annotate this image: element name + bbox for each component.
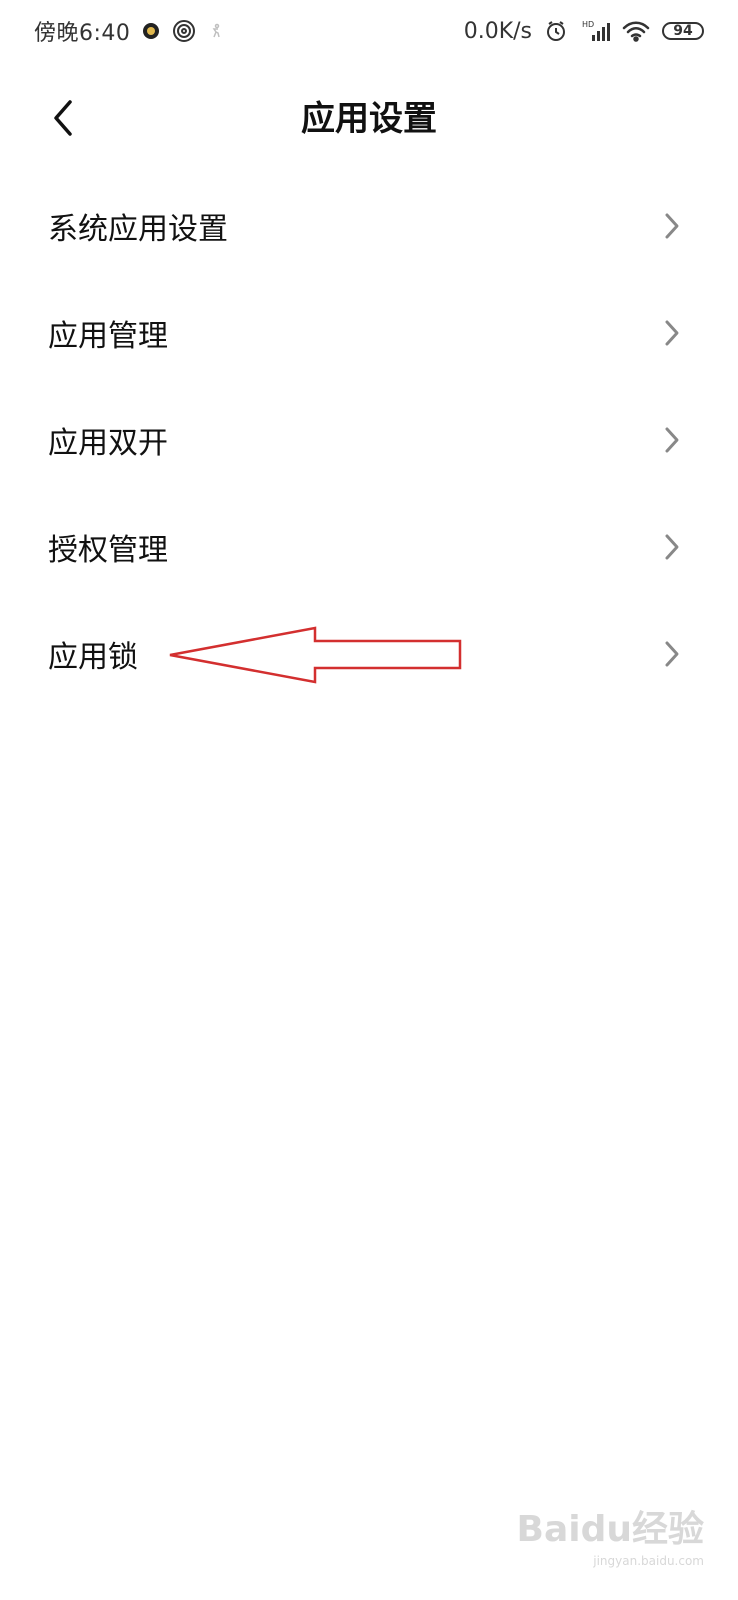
menu-item-label: 系统应用设置 bbox=[48, 211, 228, 247]
menu-item-label: 应用管理 bbox=[48, 318, 168, 354]
watermark: Baidu经验 jingyan.baidu.com bbox=[516, 1509, 704, 1569]
menu-item-dual-apps[interactable]: 应用双开 bbox=[0, 386, 738, 493]
menu-item-app-management[interactable]: 应用管理 bbox=[0, 279, 738, 386]
chevron-right-icon bbox=[662, 533, 682, 561]
chevron-right-icon bbox=[662, 212, 682, 240]
runner-icon bbox=[208, 23, 224, 39]
menu-item-system-app-settings[interactable]: 系统应用设置 bbox=[0, 172, 738, 279]
header-bar: 应用设置 bbox=[0, 86, 738, 152]
chevron-right-icon bbox=[662, 319, 682, 347]
watermark-url: jingyan.baidu.com bbox=[593, 1554, 704, 1568]
menu-item-label: 应用锁 bbox=[48, 639, 138, 675]
menu-item-permissions[interactable]: 授权管理 bbox=[0, 493, 738, 600]
menu-item-app-lock[interactable]: 应用锁 bbox=[0, 600, 738, 707]
watermark-logo: Baidu经验 bbox=[516, 1509, 704, 1550]
settings-list: 系统应用设置 应用管理 应用双开 授权管理 应用锁 bbox=[0, 172, 738, 707]
menu-item-label: 应用双开 bbox=[48, 425, 168, 461]
chevron-right-icon bbox=[662, 640, 682, 668]
battery-icon: 94 bbox=[662, 22, 704, 40]
status-right: 0.0K/s HD 94 bbox=[464, 19, 704, 44]
page-title: 应用设置 bbox=[301, 99, 437, 139]
app-notification-icon bbox=[142, 22, 160, 40]
alarm-icon bbox=[544, 19, 568, 43]
chevron-right-icon bbox=[662, 426, 682, 454]
status-bar: 傍晚6:40 0.0K/s HD 94 bbox=[0, 0, 738, 62]
status-time: 傍晚6:40 bbox=[34, 21, 131, 46]
hotspot-icon bbox=[172, 19, 196, 43]
menu-item-label: 授权管理 bbox=[48, 532, 168, 568]
network-speed: 0.0K/s bbox=[463, 18, 532, 44]
wifi-icon bbox=[622, 20, 650, 42]
signal-icon: HD bbox=[580, 19, 610, 43]
battery-level: 94 bbox=[673, 23, 693, 39]
status-left: 傍晚6:40 bbox=[34, 15, 224, 47]
signal-badge-label: HD bbox=[582, 20, 594, 29]
